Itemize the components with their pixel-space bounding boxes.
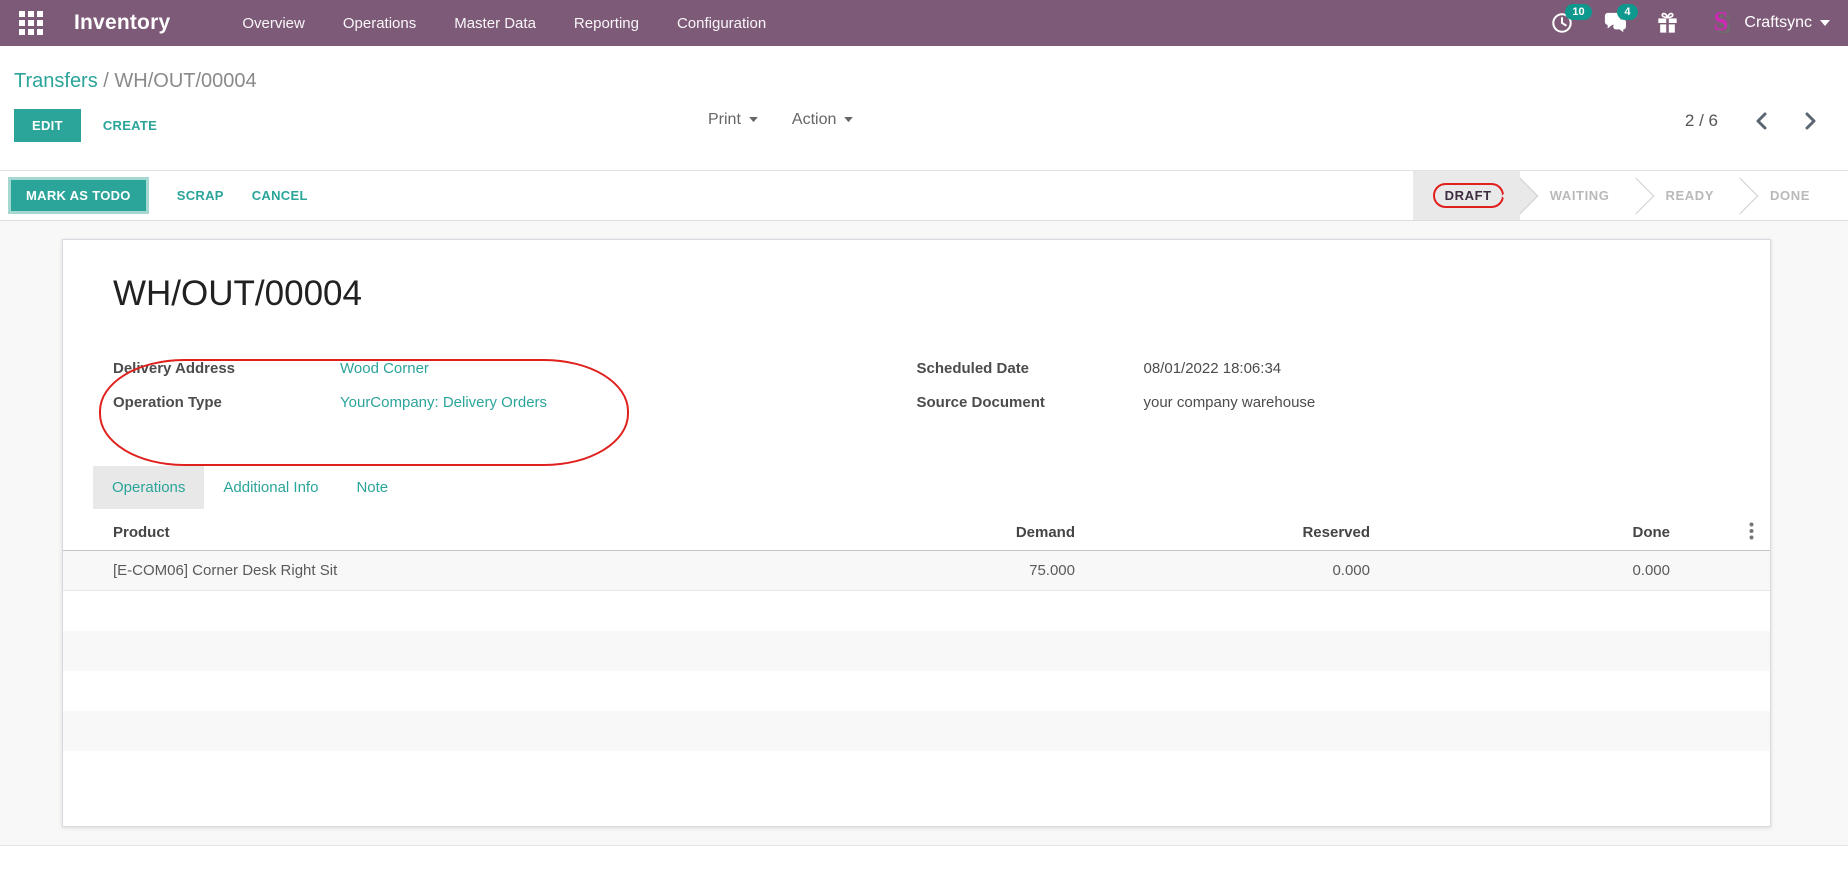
nav-item-master-data[interactable]: Master Data [454,15,536,32]
breadcrumb-current: WH/OUT/00004 [114,70,256,92]
breadcrumb-separator: / [98,70,115,92]
column-header-product: Product [63,524,875,541]
notebook-tabs: Operations Additional Info Note [93,466,1720,509]
print-label: Print [708,111,741,129]
edit-button[interactable]: EDIT [14,109,81,142]
column-header-done: Done [1370,524,1670,541]
chevron-right-icon [1804,112,1818,130]
page-title: WH/OUT/00004 [113,274,1720,314]
operation-type-value[interactable]: YourCompany: Delivery Orders [340,394,547,411]
nav-item-reporting[interactable]: Reporting [574,15,639,32]
scrap-button[interactable]: SCRAP [177,188,224,203]
nav-item-operations[interactable]: Operations [343,15,416,32]
messages-button[interactable]: 4 [1603,12,1627,34]
breadcrumb-transfers[interactable]: Transfers [14,70,98,92]
status-step-label: READY [1666,188,1715,203]
scheduled-date-label: Scheduled Date [917,360,1144,377]
status-bar: MARK AS TODO SCRAP CANCEL DRAFT WAITING … [0,170,1848,221]
empty-row [63,591,1770,631]
operation-type-label: Operation Type [113,394,340,411]
table-header-row: Product Demand Reserved Done [63,515,1770,551]
top-navbar: Inventory Overview Operations Master Dat… [0,0,1848,46]
user-menu[interactable]: S S Craftsync [1708,9,1830,37]
avatar: S S [1708,9,1736,37]
pager-next-button[interactable] [1804,112,1818,130]
message-count-badge: 4 [1617,4,1637,20]
form-sheet: WH/OUT/00004 Delivery Address Wood Corne… [62,239,1771,827]
svg-text:S: S [1714,9,1729,36]
kebab-icon [1749,522,1754,540]
tab-note[interactable]: Note [337,466,407,509]
user-name: Craftsync [1744,14,1812,32]
column-header-reserved: Reserved [1075,524,1370,541]
app-name: Inventory [74,11,170,35]
scheduled-date-value: 08/01/2022 18:06:34 [1144,360,1282,377]
gift-icon [1657,12,1678,34]
caret-down-icon [749,117,758,123]
create-button[interactable]: CREATE [103,118,157,133]
source-document-value: your company warehouse [1144,394,1316,411]
delivery-address-label: Delivery Address [113,360,340,377]
statusbar-steps: DRAFT WAITING READY DONE [1413,171,1836,220]
chevron-down-icon [1820,20,1830,27]
draft-annotation-circle: DRAFT [1433,183,1504,208]
column-options-button[interactable] [1749,522,1754,540]
delivery-address-value[interactable]: Wood Corner [340,360,429,377]
action-label: Action [792,111,836,129]
cancel-button[interactable]: CANCEL [252,188,308,203]
field-grid: Delivery Address Wood Corner Operation T… [113,360,1720,428]
caret-down-icon [844,117,853,123]
empty-row [63,631,1770,671]
mark-as-todo-button[interactable]: MARK AS TODO [8,177,149,214]
tab-operations[interactable]: Operations [93,466,204,509]
cell-done: 0.000 [1370,562,1670,579]
cell-demand: 75.000 [875,562,1075,579]
status-step-label: WAITING [1550,188,1610,203]
pager-previous-button[interactable] [1754,112,1768,130]
table-row[interactable]: [E-COM06] Corner Desk Right Sit 75.000 0… [63,551,1770,591]
column-header-demand: Demand [875,524,1075,541]
empty-row [63,711,1770,751]
apps-grid-icon[interactable] [18,10,44,36]
status-step-label: DONE [1770,188,1810,203]
activity-count-badge: 10 [1565,4,1591,20]
nav-item-configuration[interactable]: Configuration [677,15,766,32]
activities-button[interactable]: 10 [1551,12,1573,34]
content-area: WH/OUT/00004 Delivery Address Wood Corne… [0,221,1848,845]
action-dropdown[interactable]: Action [792,111,853,129]
page-footer-divider [0,845,1848,868]
pager-value[interactable]: 2 / 6 [1685,111,1718,131]
nav-menu: Overview Operations Master Data Reportin… [242,15,766,32]
rewards-button[interactable] [1657,12,1678,34]
control-panel: Transfers / WH/OUT/00004 EDIT CREATE Pri… [0,46,1848,170]
source-document-label: Source Document [917,394,1144,411]
chevron-left-icon [1754,112,1768,130]
status-step-draft[interactable]: DRAFT [1413,171,1520,220]
nav-item-overview[interactable]: Overview [242,15,305,32]
tab-additional-info[interactable]: Additional Info [204,466,337,509]
operations-table: Product Demand Reserved Done [E-COM06] C… [63,515,1770,751]
print-dropdown[interactable]: Print [708,111,758,129]
breadcrumb: Transfers / WH/OUT/00004 [14,70,1834,93]
cell-product: [E-COM06] Corner Desk Right Sit [63,562,875,579]
cell-reserved: 0.000 [1075,562,1370,579]
empty-row [63,671,1770,711]
